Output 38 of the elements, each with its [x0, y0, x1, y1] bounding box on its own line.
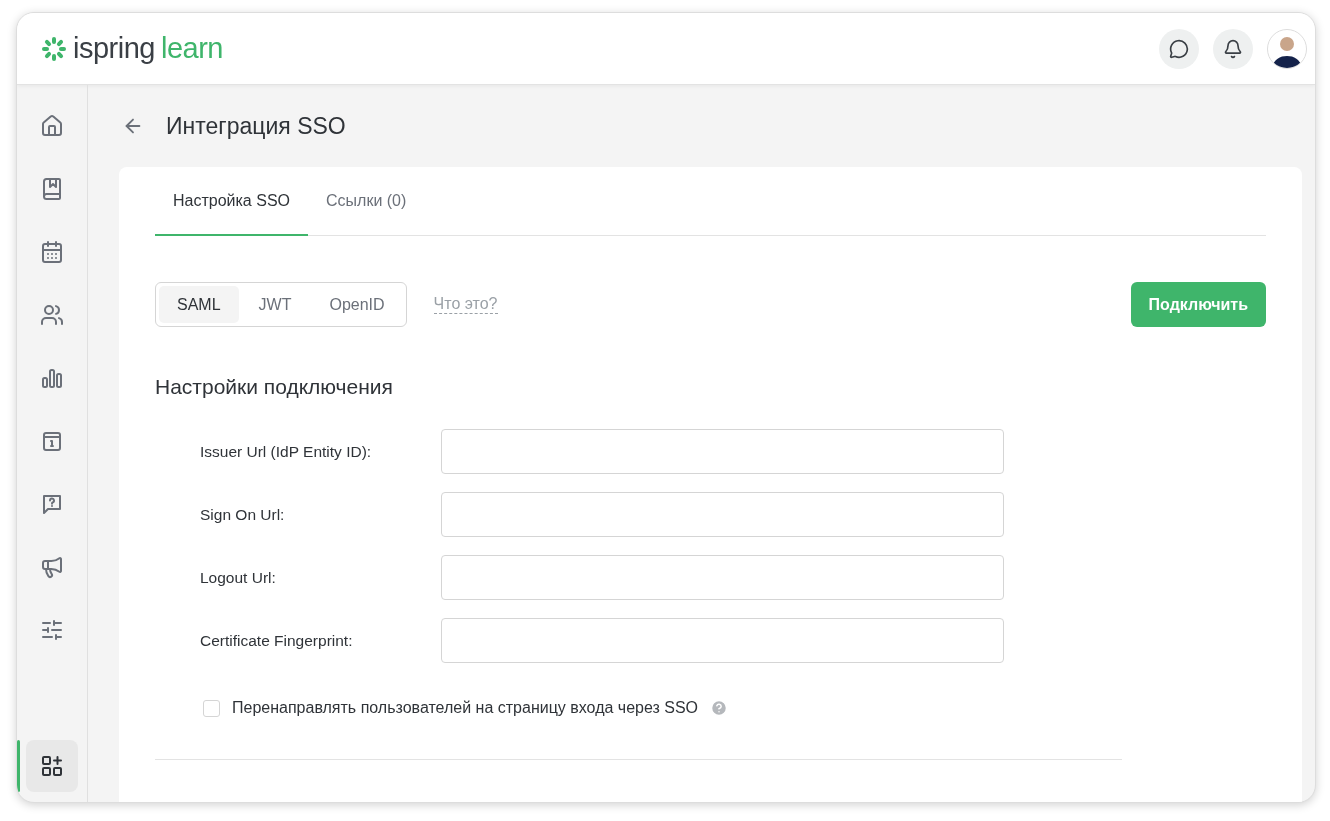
bell-icon	[1223, 38, 1243, 59]
info-card-icon	[40, 429, 64, 453]
field-label: Issuer Url (IdP Entity ID):	[200, 442, 373, 461]
logo-icon	[41, 35, 67, 62]
field-label: Logout Url:	[200, 568, 277, 587]
active-indicator	[17, 740, 20, 792]
protocol-option[interactable]: SAML	[159, 286, 239, 323]
protocol-option[interactable]: JWT	[240, 286, 310, 323]
sliders-icon	[40, 618, 64, 642]
protocol-option[interactable]: OpenID	[311, 286, 403, 323]
notifications-button[interactable]	[1213, 28, 1253, 69]
section-title: Настройки подключения	[155, 375, 394, 399]
connect-button[interactable]: Подключить	[1130, 282, 1266, 327]
logo-text: learn	[160, 32, 223, 65]
user-avatar[interactable]	[1267, 28, 1307, 69]
book-icon	[40, 177, 64, 201]
help-link[interactable]: Что это?	[433, 295, 498, 314]
chat-button[interactable]	[1159, 28, 1199, 69]
question-chat-icon	[40, 492, 64, 516]
logo-text: ispring	[73, 32, 155, 65]
field-label: Sign On Url:	[200, 505, 286, 524]
grid-plus-icon	[40, 754, 64, 778]
checkbox[interactable]	[203, 699, 220, 717]
home-icon	[40, 114, 64, 138]
tab[interactable]: Настройка SSO	[155, 167, 308, 236]
input-field[interactable]	[441, 618, 1004, 663]
chat-icon	[1169, 38, 1189, 59]
field-label: Certificate Fingerprint:	[200, 631, 354, 650]
page-title: Интеграция SSO	[166, 112, 346, 140]
bar-chart-icon	[40, 366, 64, 390]
input-field[interactable]	[441, 492, 1004, 537]
input-field[interactable]	[441, 429, 1004, 474]
tab[interactable]: Ссылки (0)	[308, 167, 425, 236]
megaphone-icon	[40, 555, 64, 579]
users-icon	[40, 303, 64, 327]
calendar-icon	[40, 240, 64, 264]
input-field[interactable]	[441, 555, 1004, 600]
checkbox-label: Перенаправлять пользователей на страницу входа через SSO	[232, 699, 699, 717]
